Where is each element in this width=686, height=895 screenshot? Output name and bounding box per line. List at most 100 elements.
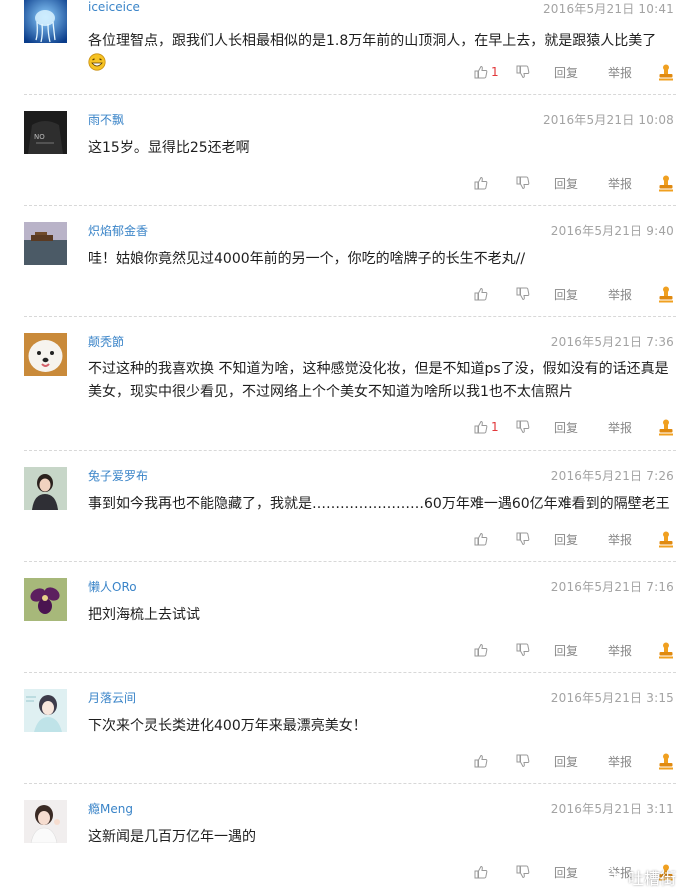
reply-button[interactable]: 回复 — [554, 64, 590, 81]
thumbs-up-icon — [474, 65, 488, 79]
dislike-button[interactable] — [516, 420, 546, 434]
comment-text: 不过这种的我喜欢换 不知道为啥，这种感觉没化妆，但是不知道ps了没，假如没有的话… — [88, 361, 669, 400]
dislike-button[interactable] — [516, 532, 546, 546]
timestamp: 2016年5月21日 3:15 — [550, 691, 674, 705]
like-button[interactable] — [474, 176, 508, 190]
stamp-icon[interactable] — [658, 753, 676, 770]
timestamp: 2016年5月21日 7:36 — [550, 335, 674, 349]
stamp-icon[interactable] — [658, 64, 676, 81]
dislike-button[interactable] — [516, 643, 546, 657]
comment-item: 炽焰郁金香 2016年5月21日 9:40 哇！姑娘你竟然见过4000年前的另一… — [0, 206, 686, 317]
dislike-button[interactable] — [516, 176, 546, 190]
anime-girl-avatar[interactable] — [24, 689, 67, 732]
comment-text: 下次来个灵长类进化400万年来最漂亮美女！ — [88, 718, 367, 734]
username[interactable]: 懒人ORo — [88, 578, 137, 595]
thumbs-up-icon — [474, 420, 488, 434]
like-button[interactable]: 1 — [474, 420, 508, 434]
timestamp: 2016年5月21日 10:41 — [542, 2, 674, 16]
like-count: 1 — [491, 420, 499, 434]
username[interactable]: 颠秃節 — [88, 333, 124, 350]
comment-item: 懒人ORo 2016年5月21日 7:16 把刘海梳上去试试 回复 举报 — [0, 562, 686, 673]
grin-emoji-icon — [88, 53, 106, 71]
reply-button[interactable]: 回复 — [554, 753, 590, 770]
like-button[interactable] — [474, 643, 508, 657]
thumbs-up-icon — [474, 287, 488, 301]
stamp-icon[interactable] — [658, 286, 676, 303]
thumbs-up-icon — [474, 643, 488, 657]
jellyfish-avatar[interactable] — [24, 0, 67, 43]
thumbs-down-icon — [516, 65, 530, 79]
thumbs-down-icon — [516, 176, 530, 190]
dislike-button[interactable] — [516, 65, 546, 79]
dislike-button[interactable] — [516, 754, 546, 768]
comment-item: 瘾Meng 2016年5月21日 3:11 这新闻是几百万亿年一遇的 回复 举报 — [0, 784, 686, 895]
comment-actions: 回复 举报 — [474, 284, 676, 304]
svg-text:NO: NO — [34, 133, 45, 141]
boat-landscape-avatar[interactable] — [24, 222, 67, 265]
comment-text: 事到如今我再也不能隐藏了，我就是……………………60万年难一遇60亿年难看到的隔… — [88, 496, 670, 512]
reply-button[interactable]: 回复 — [554, 531, 590, 548]
username[interactable]: 瘾Meng — [88, 800, 133, 817]
thumbs-up-icon — [474, 532, 488, 546]
like-count: 1 — [491, 65, 499, 79]
username[interactable]: 雨不飘 — [88, 111, 124, 128]
thumbs-down-icon — [516, 865, 530, 879]
reply-button[interactable]: 回复 — [554, 642, 590, 659]
thumbs-down-icon — [516, 287, 530, 301]
timestamp: 2016年5月21日 10:08 — [542, 113, 674, 127]
like-button[interactable] — [474, 754, 508, 768]
stamp-icon[interactable] — [658, 642, 676, 659]
samoyed-dog-avatar[interactable] — [24, 333, 67, 376]
report-button[interactable]: 举报 — [608, 175, 644, 192]
username[interactable]: 炽焰郁金香 — [88, 222, 148, 239]
timestamp: 2016年5月21日 3:11 — [550, 802, 674, 816]
timestamp: 2016年5月21日 7:16 — [550, 580, 674, 594]
dislike-button[interactable] — [516, 287, 546, 301]
comment-item: 月落云间 2016年5月21日 3:15 下次来个灵长类进化400万年来最漂亮美… — [0, 673, 686, 784]
username[interactable]: 兔子爱罗布 — [88, 467, 148, 484]
watermark: 吐槽街 — [596, 865, 676, 889]
like-button[interactable] — [474, 532, 508, 546]
reply-button[interactable]: 回复 — [554, 419, 590, 436]
comment-actions: 回复 举报 — [474, 751, 676, 771]
girl-selfie-avatar[interactable] — [24, 800, 67, 843]
comment-actions: 回复 举报 — [474, 173, 676, 193]
comment-text: 这新闻是几百万亿年一遇的 — [88, 829, 256, 845]
report-button[interactable]: 举报 — [608, 419, 644, 436]
comment-actions: 1 回复 举报 — [474, 417, 676, 437]
comment-item: NO 雨不飘 2016年5月21日 10:08 这15岁。显得比25还老啊 回复… — [0, 95, 686, 206]
dark-shirt-avatar[interactable]: NO — [24, 111, 67, 154]
reply-button[interactable]: 回复 — [554, 864, 590, 881]
thumbs-down-icon — [516, 420, 530, 434]
timestamp: 2016年5月21日 7:26 — [550, 469, 674, 483]
thumbs-up-icon — [474, 754, 488, 768]
orchid-flower-avatar[interactable] — [24, 578, 67, 621]
report-button[interactable]: 举报 — [608, 642, 644, 659]
like-button[interactable]: 1 — [474, 65, 508, 79]
comment-actions: 回复 举报 — [474, 640, 676, 660]
girl-portrait-avatar[interactable] — [24, 467, 67, 510]
comment-actions: 回复 举报 — [474, 529, 676, 549]
dislike-button[interactable] — [516, 865, 546, 879]
comment-item: iceiceice 2016年5月21日 10:41 各位理智点，跟我们人长相最… — [0, 0, 686, 95]
report-button[interactable]: 举报 — [608, 753, 644, 770]
like-button[interactable] — [474, 865, 508, 879]
stamp-icon[interactable] — [658, 531, 676, 548]
watermark-text: 吐槽街 — [627, 869, 676, 888]
reply-button[interactable]: 回复 — [554, 175, 590, 192]
timestamp: 2016年5月21日 9:40 — [550, 224, 674, 238]
stamp-icon[interactable] — [658, 175, 676, 192]
username[interactable]: 月落云间 — [88, 689, 136, 706]
comment-actions: 1 回复 举报 — [474, 62, 676, 82]
like-button[interactable] — [474, 287, 508, 301]
comment-text: 哇！姑娘你竟然见过4000年前的另一个，你吃的啥牌子的长生不老丸// — [88, 251, 526, 267]
report-button[interactable]: 举报 — [608, 64, 644, 81]
report-button[interactable]: 举报 — [608, 286, 644, 303]
thumbs-down-icon — [516, 532, 530, 546]
comment-item: 兔子爱罗布 2016年5月21日 7:26 事到如今我再也不能隐藏了，我就是……… — [0, 451, 686, 562]
username[interactable]: iceiceice — [88, 0, 140, 14]
reply-button[interactable]: 回复 — [554, 286, 590, 303]
stamp-icon[interactable] — [658, 419, 676, 436]
report-button[interactable]: 举报 — [608, 531, 644, 548]
thumbs-up-icon — [474, 865, 488, 879]
